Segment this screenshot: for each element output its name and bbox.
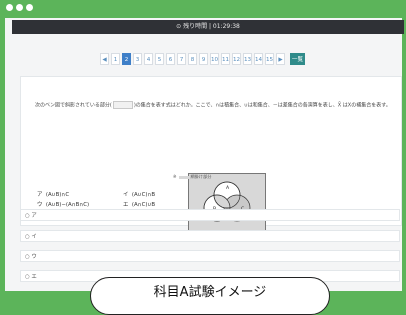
page-button[interactable]: 9 (199, 53, 208, 65)
answer-option-u[interactable]: ○ ウ (20, 250, 400, 262)
page-button[interactable]: 15 (265, 53, 274, 65)
page-button[interactable]: 13 (243, 53, 252, 65)
window-dot-icon[interactable] (16, 4, 23, 11)
question-text: 次のベン図で斜影されている部分()の集合を表す式はどれか。ここで、∩は積集合、∪… (35, 101, 391, 109)
page-button[interactable]: 4 (144, 53, 153, 65)
answer-option-i[interactable]: ○ イ (20, 230, 400, 242)
page-button[interactable]: 6 (166, 53, 175, 65)
question-list-button[interactable]: 一覧 (290, 53, 305, 65)
page-prev-button[interactable]: ◀ (100, 53, 109, 65)
page-button[interactable]: 12 (232, 53, 241, 65)
remaining-time-bar: ⊙ 残り時間 | 01:29:38 (12, 20, 404, 34)
choice-u: ウ (A∪B)−(A∩B∩C) (37, 202, 90, 208)
choice-i: イ (A∪C)∩B (123, 192, 156, 198)
page-button[interactable]: 10 (210, 53, 219, 65)
question-panel: 次のベン図で斜影されている部分()の集合を表す式はどれか。ここで、∩は積集合、∪… (20, 76, 402, 231)
shaded-swatch-icon (178, 175, 189, 179)
page-button[interactable]: 1 (111, 53, 120, 65)
page-button-active[interactable]: 2 (122, 53, 131, 65)
choice-e: エ (A∩C)∪B (123, 202, 156, 208)
window-dot-icon[interactable] (6, 4, 13, 11)
choice-a: ア (A∪B)∩C (37, 192, 70, 198)
exam-window: ⊙ 残り時間 | 01:29:38 ◀ 1 2 3 4 5 6 7 8 9 10… (5, 18, 404, 291)
venn-svg: A B C (203, 181, 251, 222)
page-next-button[interactable]: ▶ (276, 53, 285, 65)
page-button[interactable]: 5 (155, 53, 164, 65)
caption-bubble: 科目A試験イメージ (90, 277, 330, 315)
page-button[interactable]: 3 (133, 53, 142, 65)
answer-option-a[interactable]: ○ ア (20, 209, 400, 221)
page-button[interactable]: 14 (254, 53, 263, 65)
venn-diagram: A B C (188, 173, 266, 231)
window-titlebar (0, 0, 406, 16)
window-dot-icon[interactable] (26, 4, 33, 11)
page-button[interactable]: 7 (177, 53, 186, 65)
shaded-blank-icon (112, 101, 133, 109)
page-button[interactable]: 8 (188, 53, 197, 65)
page-button[interactable]: 11 (221, 53, 230, 65)
venn-legend: ※ 網掛け部分 (173, 174, 212, 179)
